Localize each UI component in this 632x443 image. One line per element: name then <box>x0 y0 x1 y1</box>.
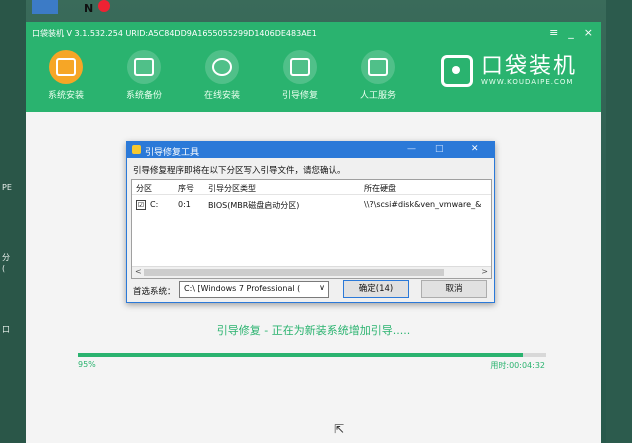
preferred-system-label: 首选系统： <box>133 287 176 297</box>
dialog-maximize-button[interactable]: □ <box>435 144 444 154</box>
horizontal-scrollbar[interactable]: < > <box>132 266 491 278</box>
chevron-down-icon[interactable]: ∨ <box>319 283 325 292</box>
dialog-close-button[interactable]: ✕ <box>471 144 479 154</box>
brand-url: WWW.KOUDAIPE.COM <box>480 78 574 86</box>
nav-system-install[interactable]: 系统安装 <box>36 50 96 101</box>
desktop-label: 口 <box>2 325 10 334</box>
row-checkbox[interactable]: ☑ <box>136 200 146 210</box>
main-nav: 系统安装 系统备份 在线安装 引导修复 人工服务 <box>36 50 408 101</box>
system-install-icon <box>49 50 83 84</box>
column-partition[interactable]: 分区 <box>136 183 152 194</box>
partition-list[interactable]: 分区 序号 引导分区类型 所在硬盘 ☑ C: 0:1 BIOS(MBR磁盘启动分… <box>131 179 492 279</box>
progress-fill <box>78 353 523 357</box>
status-message: 引导修复 - 正在为新装系统增加引导..... <box>216 324 411 337</box>
notification-badge: N <box>84 2 94 15</box>
scroll-right-icon[interactable]: > <box>481 267 488 276</box>
progress-bar <box>78 353 546 357</box>
desktop-label: 分 <box>2 253 10 262</box>
window-controls: ≡ _ × <box>549 26 593 39</box>
nav-label: 在线安装 <box>203 91 240 101</box>
system-backup-icon <box>127 50 161 84</box>
cell-partition: C: <box>150 200 159 209</box>
scroll-left-icon[interactable]: < <box>135 267 142 276</box>
desktop-right-strip <box>606 0 632 443</box>
tool-icon <box>132 145 141 154</box>
app-header: 口袋装机 V 3.1.532.254 URID:A5C84DD9A1655055… <box>26 22 601 112</box>
nav-label: 引导修复 <box>281 91 318 101</box>
dialog-title: 引导修复工具 <box>145 148 200 158</box>
column-boot-type[interactable]: 引导分区类型 <box>208 183 256 194</box>
brand-mark-icon <box>440 55 473 87</box>
desktop-label: ( <box>2 264 6 273</box>
menu-icon[interactable]: ≡ <box>549 26 558 39</box>
confirm-button[interactable]: 确定(14) <box>343 280 409 298</box>
nav-chat-service[interactable]: 人工服务 <box>348 50 408 101</box>
brand-logo: 口袋装机 WWW.KOUDAIPE.COM <box>440 54 577 87</box>
list-header: 分区 序号 引导分区类型 所在硬盘 <box>132 180 491 195</box>
minimize-button[interactable]: _ <box>568 26 574 39</box>
dialog-minimize-button[interactable]: — <box>407 144 416 154</box>
desktop-window-icon[interactable] <box>32 0 58 14</box>
select-value: C:\ [Windows 7 Professional ( <box>184 284 301 293</box>
nav-label: 系统安装 <box>47 91 84 101</box>
elapsed-time: 用时:00:04:32 <box>490 361 545 370</box>
chat-service-icon <box>361 50 395 84</box>
online-install-icon <box>205 50 239 84</box>
desktop-left-strip: PE 分 ( 口 <box>0 0 26 443</box>
nav-label: 人工服务 <box>359 91 396 101</box>
dialog-message: 引导修复程序即将在以下分区写入引导文件，请您确认。 <box>133 166 346 176</box>
progress-percent: 95% <box>78 360 96 369</box>
column-index[interactable]: 序号 <box>178 183 194 194</box>
cell-index: 0:1 <box>178 200 191 209</box>
nav-boot-repair[interactable]: 引导修复 <box>270 50 330 101</box>
cancel-button[interactable]: 取消 <box>421 280 487 298</box>
desktop-label: PE <box>2 183 12 192</box>
nav-online-install[interactable]: 在线安装 <box>192 50 252 101</box>
scroll-thumb[interactable] <box>144 269 444 276</box>
boot-repair-icon <box>283 50 317 84</box>
column-disk[interactable]: 所在硬盘 <box>364 183 396 194</box>
mouse-cursor-icon: ⇱ <box>334 422 345 436</box>
table-row[interactable]: ☑ C: 0:1 BIOS(MBR磁盘启动分区) \\?\scsi#disk&v… <box>132 198 491 212</box>
preferred-system-select[interactable]: C:\ [Windows 7 Professional ( ∨ <box>179 281 329 298</box>
cell-boot-type: BIOS(MBR磁盘启动分区) <box>208 201 300 210</box>
cell-disk: \\?\scsi#disk&ven_vmware_& <box>364 200 482 209</box>
close-button[interactable]: × <box>584 26 593 39</box>
nav-label: 系统备份 <box>125 91 162 101</box>
brand-name: 口袋装机 <box>480 54 577 79</box>
window-title: 口袋装机 V 3.1.532.254 URID:A5C84DD9A1655055… <box>32 29 317 38</box>
nav-system-backup[interactable]: 系统备份 <box>114 50 174 101</box>
notification-dot-icon <box>98 0 110 12</box>
boot-repair-dialog: 引导修复工具 — □ ✕ 引导修复程序即将在以下分区写入引导文件，请您确认。 分… <box>126 141 495 303</box>
dialog-titlebar[interactable]: 引导修复工具 — □ ✕ <box>127 142 494 158</box>
